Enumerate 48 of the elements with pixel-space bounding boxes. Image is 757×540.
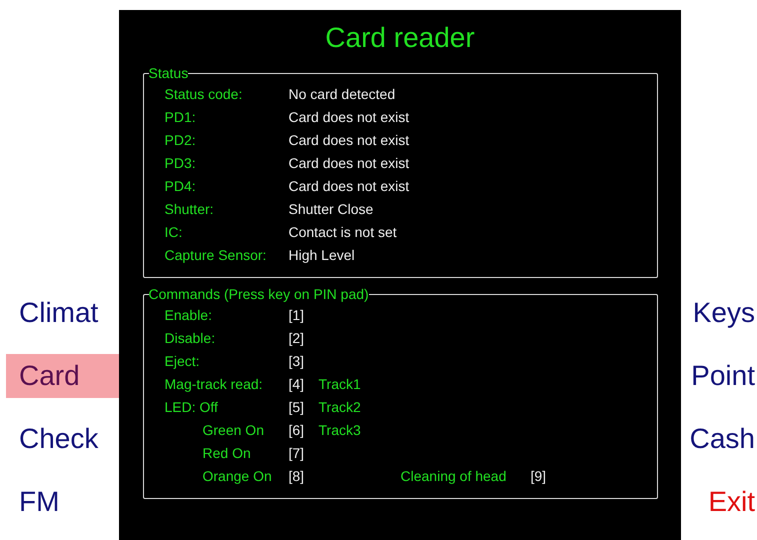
menu-button[interactable]: Card (6, 354, 119, 398)
status-label: PD4: (164, 177, 197, 196)
command-label: Orange On (202, 468, 272, 484)
group-title: Commands (Press key on PIN pad) (148, 286, 369, 302)
menu-button[interactable]: Check (6, 417, 119, 461)
status-value: Card does not exist (288, 108, 410, 127)
menu-button[interactable]: Keys (692, 291, 757, 335)
menu-button[interactable]: Climat (6, 291, 119, 335)
status-label: Status code: (164, 85, 244, 104)
status-label: PD3: (164, 154, 197, 173)
track-label: Track2 (318, 399, 361, 415)
status-value: No card detected (288, 85, 396, 104)
status-label: Shutter: (164, 200, 215, 219)
group-title: Status (148, 65, 188, 81)
command-key: [6] (288, 422, 304, 438)
command-label: Cleaning of head (400, 468, 506, 484)
panel-title: Card reader (325, 22, 475, 55)
menu-button[interactable]: Point (691, 354, 757, 398)
command-label: Eject: (164, 353, 200, 369)
menu-button[interactable]: Cash (690, 417, 757, 461)
command-key: [3] (288, 353, 304, 369)
command-label: Enable: (164, 307, 212, 323)
command-key: [7] (288, 445, 304, 461)
menu-button[interactable]: FM (6, 480, 119, 524)
status-label: PD2: (164, 131, 197, 150)
menu-button[interactable]: Exit (708, 480, 757, 524)
status-label: PD1: (164, 108, 197, 127)
status-label: Capture Sensor: (164, 246, 268, 265)
command-label: Red On (202, 445, 251, 461)
status-value: Card does not exist (288, 154, 410, 173)
status-value: Contact is not set (288, 223, 398, 242)
command-key: [4] (288, 376, 304, 392)
track-label: Track1 (318, 376, 361, 392)
command-key: [9] (530, 467, 546, 486)
command-label: Mag-track read: (164, 376, 263, 392)
command-label: LED: Off (164, 399, 218, 415)
status-value: Card does not exist (288, 131, 410, 150)
command-label: Disable: (164, 330, 216, 346)
status-label: IC: (164, 223, 184, 242)
track-label: Track3 (318, 422, 361, 438)
status-value: Shutter Close (288, 200, 374, 219)
command-key: [2] (288, 330, 304, 346)
command-label: Green On (202, 422, 264, 438)
command-key: [5] (288, 399, 304, 415)
status-value: Card does not exist (288, 177, 410, 196)
status-value: High Level (288, 246, 356, 265)
command-key: [8] (288, 468, 304, 484)
command-key: [1] (288, 307, 304, 323)
